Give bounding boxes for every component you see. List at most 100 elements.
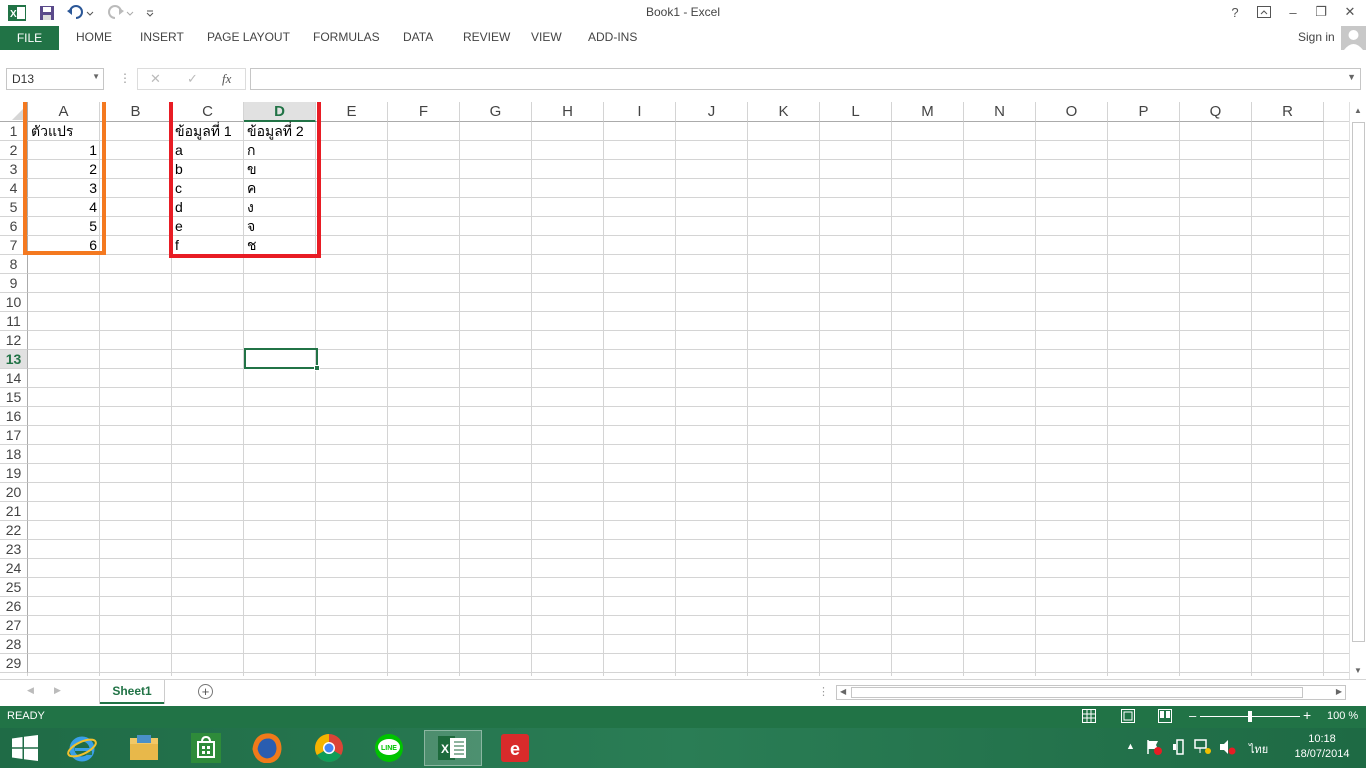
- tab-insert[interactable]: INSERT: [140, 30, 184, 44]
- row-header-6[interactable]: 6: [0, 217, 28, 236]
- column-header-p[interactable]: P: [1108, 102, 1180, 122]
- help-button[interactable]: ?: [1221, 0, 1249, 24]
- explorer-icon[interactable]: [115, 730, 173, 766]
- restore-button[interactable]: ❐: [1307, 0, 1335, 24]
- excel-icon[interactable]: X: [424, 730, 482, 766]
- active-cell[interactable]: [244, 348, 320, 371]
- sign-in-link[interactable]: Sign in: [1298, 30, 1335, 44]
- cell-d6[interactable]: จ: [244, 217, 316, 236]
- drag-handle-icon[interactable]: ⋮: [119, 71, 131, 85]
- taskbar-clock[interactable]: 10:18 18/07/2014: [1283, 732, 1361, 762]
- store-icon[interactable]: [177, 730, 235, 766]
- volume-muted-icon[interactable]: [1219, 739, 1237, 758]
- select-all-corner[interactable]: [0, 102, 28, 122]
- page-break-preview-icon[interactable]: [1158, 709, 1172, 726]
- zoom-out-button[interactable]: –: [1189, 709, 1196, 723]
- cell-c1[interactable]: ข้อมูลที่ 1: [172, 122, 244, 141]
- tab-formulas[interactable]: FORMULAS: [313, 30, 380, 44]
- scroll-thumb[interactable]: [1352, 122, 1365, 642]
- input-language[interactable]: ไทย: [1249, 740, 1268, 758]
- cell-c4[interactable]: c: [172, 179, 244, 198]
- device-icon[interactable]: [1172, 739, 1188, 758]
- windows-start-icon[interactable]: [0, 730, 50, 766]
- row-header-28[interactable]: 28: [0, 635, 28, 654]
- column-header-c[interactable]: C: [172, 102, 244, 122]
- row-header-14[interactable]: 14: [0, 369, 28, 388]
- row-header-22[interactable]: 22: [0, 521, 28, 540]
- horizontal-scroll-thumb[interactable]: [851, 687, 1303, 698]
- tab-data[interactable]: DATA: [403, 30, 433, 44]
- column-header-m[interactable]: M: [892, 102, 964, 122]
- cancel-icon[interactable]: ✕: [150, 71, 161, 87]
- cell-d7[interactable]: ช: [244, 236, 316, 255]
- row-header-26[interactable]: 26: [0, 597, 28, 616]
- column-header-b[interactable]: B: [100, 102, 172, 122]
- zoom-slider[interactable]: [1200, 711, 1300, 722]
- cell-d2[interactable]: ก: [244, 141, 316, 160]
- cell-d3[interactable]: ข: [244, 160, 316, 179]
- scroll-up-icon[interactable]: ▲: [1354, 106, 1362, 115]
- cell-c3[interactable]: b: [172, 160, 244, 179]
- avatar-icon[interactable]: [1341, 26, 1366, 50]
- tab-page-layout[interactable]: PAGE LAYOUT: [207, 30, 290, 44]
- cell-a4[interactable]: 3: [28, 179, 100, 198]
- horizontal-scrollbar[interactable]: ◀ ▶: [836, 685, 1346, 700]
- row-header-7[interactable]: 7: [0, 236, 28, 255]
- column-header-q[interactable]: Q: [1180, 102, 1252, 122]
- row-header-8[interactable]: 8: [0, 255, 28, 274]
- minimize-button[interactable]: –: [1279, 0, 1307, 24]
- row-header-12[interactable]: 12: [0, 331, 28, 350]
- column-header-f[interactable]: F: [388, 102, 460, 122]
- zoom-level[interactable]: 100 %: [1327, 710, 1358, 722]
- column-header-d[interactable]: D: [244, 102, 316, 122]
- column-header-g[interactable]: G: [460, 102, 532, 122]
- scroll-left-icon[interactable]: ◀: [840, 687, 846, 696]
- column-header-e[interactable]: E: [316, 102, 388, 122]
- sheet-tab-sheet1[interactable]: Sheet1: [100, 680, 164, 704]
- close-button[interactable]: ✕: [1336, 0, 1364, 24]
- tab-file[interactable]: FILE: [0, 26, 59, 50]
- prev-sheet-icon[interactable]: ◀: [27, 685, 34, 696]
- row-header-23[interactable]: 23: [0, 540, 28, 559]
- row-header-11[interactable]: 11: [0, 312, 28, 331]
- formula-input[interactable]: ▼: [250, 68, 1361, 90]
- name-box[interactable]: D13 ▼: [6, 68, 104, 90]
- cell-a7[interactable]: 6: [28, 236, 100, 255]
- normal-view-icon[interactable]: [1082, 709, 1096, 726]
- row-header-3[interactable]: 3: [0, 160, 28, 179]
- row-header-24[interactable]: 24: [0, 559, 28, 578]
- scroll-down-icon[interactable]: ▼: [1354, 666, 1362, 675]
- enter-icon[interactable]: ✓: [187, 71, 198, 87]
- cell-d1[interactable]: ข้อมูลที่ 2: [244, 122, 316, 141]
- tab-review[interactable]: REVIEW: [463, 30, 510, 44]
- row-header-15[interactable]: 15: [0, 388, 28, 407]
- page-layout-view-icon[interactable]: [1121, 709, 1135, 726]
- cell-c6[interactable]: e: [172, 217, 244, 236]
- tab-view[interactable]: VIEW: [531, 30, 562, 44]
- column-header-l[interactable]: L: [820, 102, 892, 122]
- fill-handle[interactable]: [314, 365, 320, 371]
- cell-d4[interactable]: ค: [244, 179, 316, 198]
- row-header-29[interactable]: 29: [0, 654, 28, 673]
- worksheet-grid[interactable]: ABCDEFGHIJKLMNOPQR 1 2 3 4 5 6 7 8 9 10 11 12 13 14 15…: [0, 102, 1349, 676]
- row-header-17[interactable]: 17: [0, 426, 28, 445]
- cell-c7[interactable]: f: [172, 236, 244, 255]
- next-sheet-icon[interactable]: ▶: [54, 685, 61, 696]
- cell-a1[interactable]: ตัวแปร: [28, 122, 100, 141]
- column-header-r[interactable]: R: [1252, 102, 1324, 122]
- column-header-a[interactable]: A: [28, 102, 100, 122]
- row-header-10[interactable]: 10: [0, 293, 28, 312]
- tab-home[interactable]: HOME: [76, 30, 112, 44]
- network-icon[interactable]: [1194, 739, 1212, 758]
- column-header-n[interactable]: N: [964, 102, 1036, 122]
- tab-split-handle-icon[interactable]: ⋮: [818, 685, 829, 698]
- tab-add-ins[interactable]: ADD-INS: [588, 30, 637, 44]
- zoom-in-button[interactable]: +: [1303, 708, 1311, 723]
- cell-c2[interactable]: a: [172, 141, 244, 160]
- cell-c5[interactable]: d: [172, 198, 244, 217]
- row-header-5[interactable]: 5: [0, 198, 28, 217]
- action-center-icon[interactable]: [1146, 739, 1162, 758]
- expand-formula-bar-icon[interactable]: ▼: [1347, 72, 1356, 82]
- cell-d5[interactable]: ง: [244, 198, 316, 217]
- evernote-icon[interactable]: e: [486, 730, 544, 766]
